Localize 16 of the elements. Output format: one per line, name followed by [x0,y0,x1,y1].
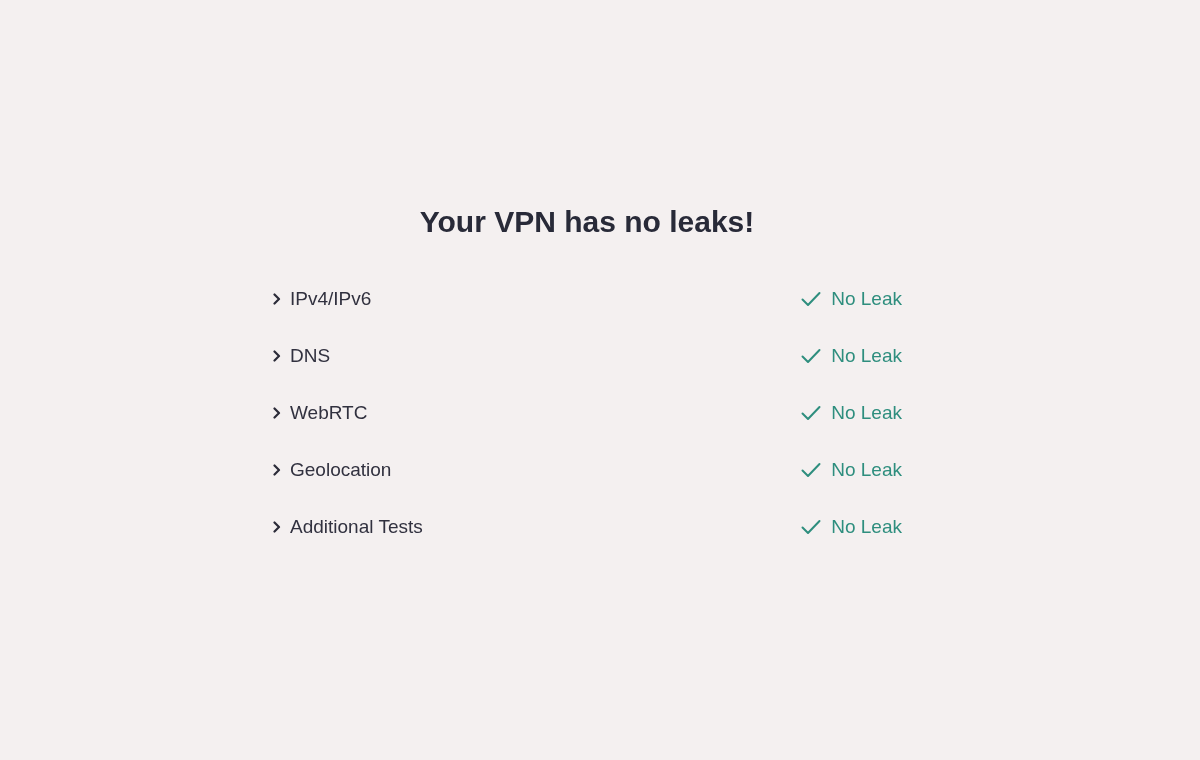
chevron-icon[interactable] [273,520,281,533]
test-name[interactable]: Geolocation [290,457,392,482]
test-name[interactable]: IPv4/IPv6 [290,286,372,311]
test-name[interactable]: WebRTC [290,400,368,425]
test-result: No Leak [831,400,902,425]
test-result: No Leak [831,343,902,368]
test-result: No Leak [831,457,902,482]
result-heading: Your VPN has no leaks! [419,204,755,240]
chevron-icon[interactable] [273,349,281,362]
test-name[interactable]: DNS [290,343,331,368]
chevron-icon[interactable] [273,406,281,419]
test-result: No Leak [831,286,902,311]
chevron-icon[interactable] [273,463,281,476]
chevron-icon[interactable] [273,292,281,305]
test-name[interactable]: Additional Tests [290,514,423,539]
test-result: No Leak [831,514,902,539]
